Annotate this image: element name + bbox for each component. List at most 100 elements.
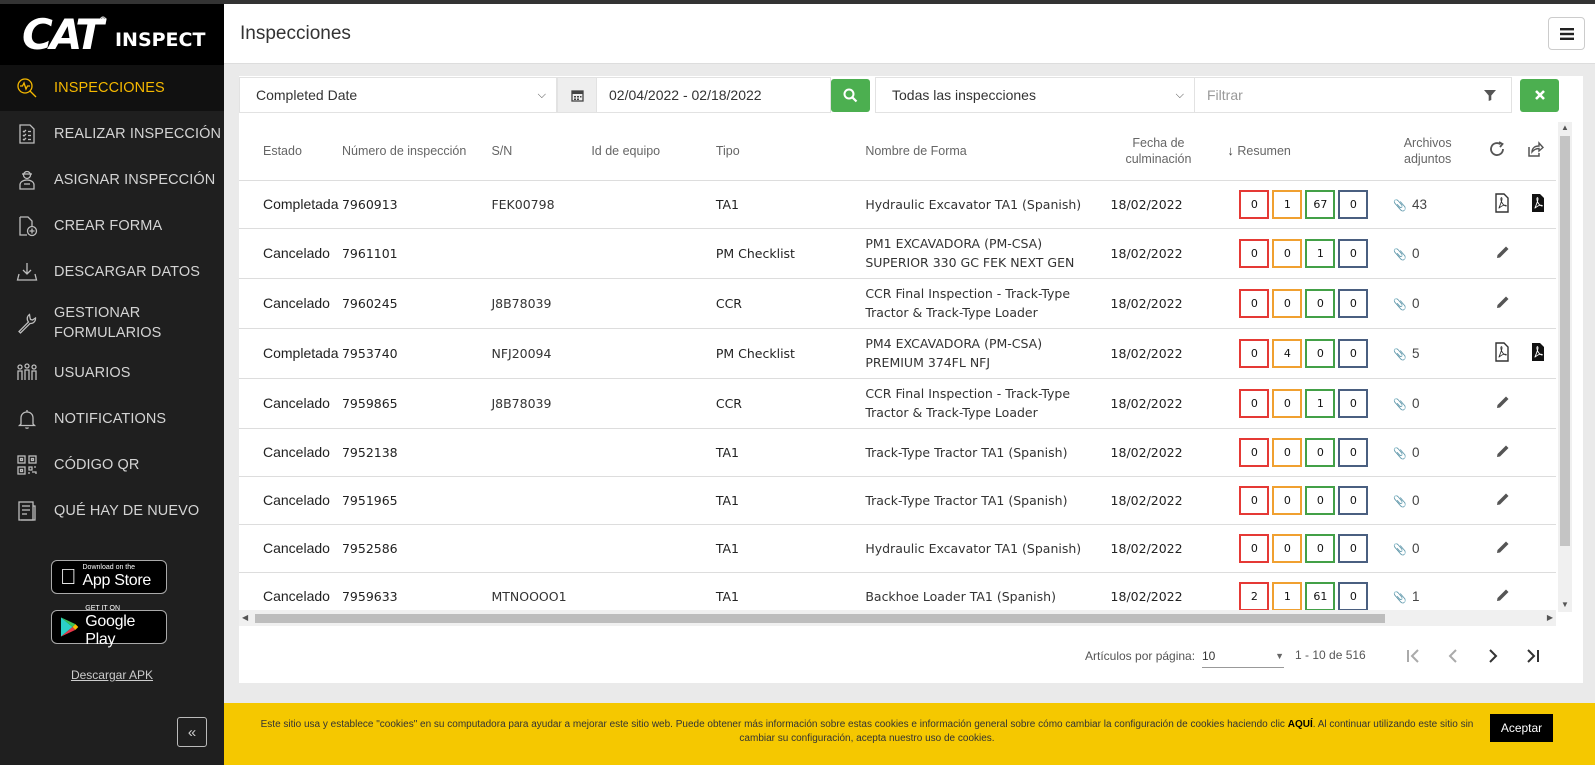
date-range-input[interactable]: 02/04/2022 - 02/18/2022 bbox=[597, 77, 831, 113]
edit-pencil-icon[interactable] bbox=[1494, 244, 1512, 264]
share-header[interactable] bbox=[1525, 122, 1556, 181]
cookie-info-link[interactable]: AQUÍ bbox=[1288, 719, 1313, 730]
pdf-download-icon[interactable] bbox=[1530, 193, 1546, 216]
scroll-up-arrow[interactable]: ▲ bbox=[1561, 123, 1569, 132]
sidebar-item-crear-forma[interactable]: CREAR FORMA bbox=[0, 203, 224, 249]
action-cell[interactable] bbox=[1488, 476, 1526, 525]
sidebar-item-asignar-inspeccion[interactable]: ASIGNAR INSPECCIÓN bbox=[0, 157, 224, 203]
inspection-type-select[interactable]: Todas las inspecciones ⌵ bbox=[875, 77, 1195, 113]
edit-pencil-icon[interactable] bbox=[1494, 587, 1512, 607]
sidebar-item-que-hay-de-nuevo[interactable]: QUÉ HAY DE NUEVO bbox=[0, 488, 224, 534]
sidebar-item-notifications[interactable]: NOTIFICATIONS bbox=[0, 396, 224, 442]
accept-cookies-button[interactable]: Aceptar bbox=[1490, 714, 1553, 742]
sidebar-item-realizar-inspeccion[interactable]: REALIZAR INSPECCIÓN bbox=[0, 111, 224, 157]
adjuntos-cell[interactable]: 📎 0 bbox=[1383, 428, 1489, 477]
google-play-badge[interactable]: GET IT ON Google Play bbox=[51, 605, 167, 648]
col-estado[interactable]: Estado bbox=[239, 122, 342, 181]
table-row[interactable]: Cancelado 7960245 J8B78039 CCR CCR Final Ins… bbox=[239, 278, 1556, 329]
action-cell[interactable] bbox=[1488, 378, 1526, 429]
clear-filters-button[interactable] bbox=[1520, 78, 1559, 112]
action-cell[interactable] bbox=[1488, 428, 1526, 477]
collapse-sidebar-button[interactable]: « bbox=[177, 717, 207, 747]
sidebar-item-usuarios[interactable]: USUARIOS bbox=[0, 350, 224, 396]
action-cell-2[interactable] bbox=[1525, 278, 1556, 329]
date-field-select[interactable]: Completed Date ⌵ bbox=[239, 77, 557, 113]
edit-pencil-icon[interactable] bbox=[1494, 443, 1512, 463]
scroll-down-arrow[interactable]: ▼ bbox=[1561, 600, 1569, 609]
action-cell[interactable] bbox=[1488, 524, 1526, 573]
action-cell-2[interactable] bbox=[1525, 378, 1556, 429]
col-tipo[interactable]: Tipo bbox=[715, 122, 866, 181]
horizontal-scroll-thumb[interactable] bbox=[255, 614, 1385, 623]
action-cell-2[interactable] bbox=[1525, 428, 1556, 477]
pdf-download-icon[interactable] bbox=[1530, 342, 1546, 365]
vertical-scroll-thumb[interactable] bbox=[1560, 136, 1570, 546]
scroll-right-arrow[interactable]: ▶ bbox=[1547, 613, 1553, 622]
edit-pencil-icon[interactable] bbox=[1494, 294, 1512, 314]
last-page-icon[interactable] bbox=[1523, 646, 1543, 666]
download-apk-link[interactable]: Descargar APK bbox=[0, 668, 224, 682]
pdf-icon[interactable] bbox=[1494, 341, 1510, 365]
sidebar-item-codigo-qr[interactable]: CÓDIGO QR bbox=[0, 442, 224, 488]
sidebar-item-descargar-datos[interactable]: DESCARGAR DATOS bbox=[0, 249, 224, 295]
col-fecha[interactable]: Fecha de culminación bbox=[1110, 122, 1223, 181]
share-icon[interactable] bbox=[1526, 140, 1544, 158]
action-cell[interactable] bbox=[1488, 180, 1526, 229]
col-adjuntos[interactable]: Archivos adjuntos bbox=[1383, 122, 1489, 181]
adjuntos-cell[interactable]: 📎 0 bbox=[1383, 278, 1489, 329]
forma-cell: PM1 EXCAVADORA (PM-CSA) SUPERIOR 330 GC … bbox=[865, 228, 1111, 279]
funnel-icon[interactable] bbox=[1483, 88, 1497, 102]
adjuntos-cell[interactable]: 📎 0 bbox=[1383, 378, 1489, 429]
table-row[interactable]: Completada 7960913 FEK00798 TA1 Hydraulic Ex… bbox=[239, 180, 1556, 229]
edit-pencil-icon[interactable] bbox=[1494, 491, 1512, 511]
action-cell-2[interactable] bbox=[1525, 524, 1556, 573]
col-numero[interactable]: Número de inspección bbox=[341, 122, 492, 181]
col-sn[interactable]: S/N bbox=[491, 122, 592, 181]
search-button[interactable] bbox=[831, 78, 870, 112]
action-cell-2[interactable] bbox=[1525, 328, 1556, 379]
calendar-button[interactable] bbox=[557, 77, 597, 113]
table-row[interactable]: Cancelado 7959865 J8B78039 CCR CCR Final Ins… bbox=[239, 378, 1556, 429]
next-page-icon[interactable] bbox=[1483, 646, 1503, 666]
first-page-icon[interactable] bbox=[1403, 646, 1423, 666]
adjuntos-cell[interactable]: 📎 0 bbox=[1383, 476, 1489, 525]
table-row[interactable]: Cancelado 7961101 PM Checklist PM1 EXCAVADO… bbox=[239, 228, 1556, 279]
new-form-icon bbox=[12, 212, 42, 240]
adjuntos-cell[interactable]: 📎 0 bbox=[1383, 228, 1489, 279]
adjuntos-cell[interactable]: 📎 0 bbox=[1383, 524, 1489, 573]
cat-inspect-logo[interactable]: CAT ® INSPECT bbox=[0, 4, 224, 65]
filter-input[interactable]: Filtrar bbox=[1195, 77, 1512, 113]
app-store-badge[interactable]:  Download on theApp Store bbox=[51, 560, 167, 594]
menu-button[interactable] bbox=[1548, 17, 1585, 50]
paperclip-icon: 📎 bbox=[1393, 591, 1407, 604]
action-cell[interactable] bbox=[1488, 278, 1526, 329]
table-row[interactable]: Cancelado 7952586 TA1 Hydraulic Excavator T… bbox=[239, 524, 1556, 573]
scroll-left-arrow[interactable]: ◀ bbox=[242, 613, 248, 622]
action-cell-2[interactable] bbox=[1525, 476, 1556, 525]
refresh-icon[interactable] bbox=[1488, 140, 1506, 158]
pdf-icon[interactable] bbox=[1494, 192, 1510, 216]
horizontal-scrollbar[interactable]: ◀ ▶ bbox=[239, 610, 1556, 626]
sidebar-item-inspecciones[interactable]: INSPECCIONES bbox=[0, 65, 224, 111]
col-equipo[interactable]: Id de equipo bbox=[591, 122, 716, 181]
range-label: 1 - 10 de 516 bbox=[1295, 648, 1366, 662]
action-cell-2[interactable] bbox=[1525, 180, 1556, 229]
previous-page-icon[interactable] bbox=[1443, 646, 1463, 666]
table-row[interactable]: Completada 7953740 NFJ20094 PM Checklist PM4… bbox=[239, 328, 1556, 379]
sidebar-item-label: QUÉ HAY DE NUEVO bbox=[54, 503, 200, 519]
table-row[interactable]: Cancelado 7952138 TA1 Track-Type Tractor TA… bbox=[239, 428, 1556, 477]
refresh-header[interactable] bbox=[1488, 122, 1526, 181]
col-forma[interactable]: Nombre de Forma bbox=[865, 122, 1111, 181]
adjuntos-cell[interactable]: 📎 43 bbox=[1383, 180, 1489, 229]
per-page-select[interactable]: 10 ▼ bbox=[1202, 644, 1284, 668]
table-row[interactable]: Cancelado 7951965 TA1 Track-Type Tractor TA… bbox=[239, 476, 1556, 525]
col-resumen[interactable]: ↓ Resumen bbox=[1222, 122, 1384, 181]
action-cell-2[interactable] bbox=[1525, 228, 1556, 279]
edit-pencil-icon[interactable] bbox=[1494, 394, 1512, 414]
adjuntos-cell[interactable]: 📎 5 bbox=[1383, 328, 1489, 379]
action-cell[interactable] bbox=[1488, 328, 1526, 379]
action-cell[interactable] bbox=[1488, 228, 1526, 279]
sidebar-item-gestionar-formularios[interactable]: GESTIONAR FORMULARIOS bbox=[0, 295, 224, 350]
edit-pencil-icon[interactable] bbox=[1494, 539, 1512, 559]
vertical-scrollbar[interactable]: ▲ ▼ bbox=[1558, 122, 1572, 612]
